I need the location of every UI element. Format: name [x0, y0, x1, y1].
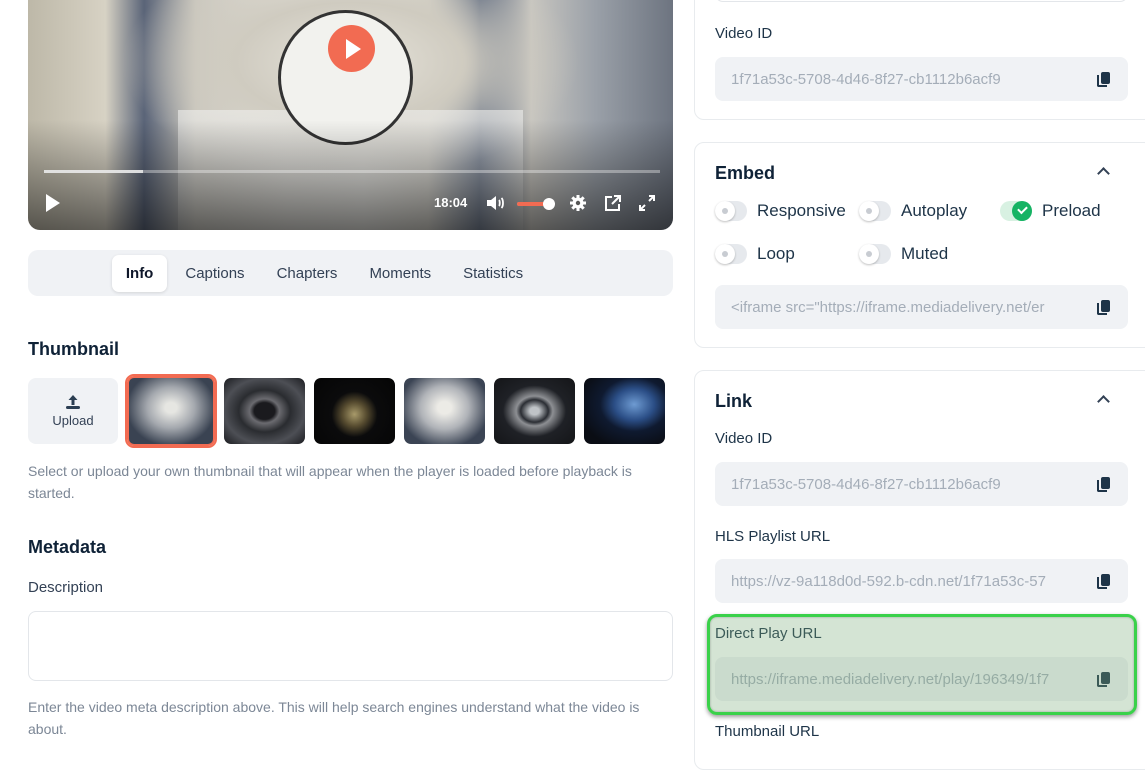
copy-icon[interactable]	[1096, 476, 1112, 492]
tab-captions[interactable]: Captions	[171, 255, 258, 292]
thumbnail-option[interactable]	[584, 378, 665, 444]
embed-code-field[interactable]: <iframe src="https://iframe.mediadeliver…	[715, 285, 1128, 329]
video-id-field[interactable]: 1f71a53c-5708-4d46-8f27-cb1112b6acf9	[715, 57, 1128, 101]
link-video-id-label: Video ID	[715, 430, 773, 447]
embed-code-value: <iframe src="https://iframe.mediadeliver…	[731, 298, 1045, 316]
description-label: Description	[28, 579, 104, 596]
switch[interactable]	[859, 244, 891, 264]
toggle-muted[interactable]: Muted	[859, 244, 948, 264]
switch[interactable]	[1000, 201, 1032, 221]
settings-gear-icon[interactable]	[569, 194, 587, 212]
switch[interactable]	[859, 201, 891, 221]
video-id-label: Video ID	[715, 25, 773, 42]
direct-play-url-value: https://iframe.mediadelivery.net/play/19…	[731, 670, 1050, 688]
link-video-id-value: 1f71a53c-5708-4d46-8f27-cb1112b6acf9	[731, 475, 1001, 493]
seek-bar-played	[44, 170, 143, 173]
video-tabs: Info Captions Chapters Moments Statistic…	[28, 250, 673, 296]
volume-icon[interactable]	[486, 194, 506, 212]
thumbnail-option[interactable]	[404, 378, 485, 444]
embed-title: Embed	[715, 163, 776, 183]
thumbnail-option[interactable]	[314, 378, 395, 444]
fullscreen-icon[interactable]	[638, 194, 656, 212]
toggle-autoplay[interactable]: Autoplay	[859, 201, 967, 221]
toggle-responsive[interactable]: Responsive	[715, 201, 846, 221]
collapse-chevron-icon[interactable]	[1097, 395, 1110, 408]
metadata-heading: Metadata	[28, 537, 107, 557]
upload-thumbnail-button[interactable]: Upload	[28, 378, 118, 444]
thumbnail-heading: Thumbnail	[28, 339, 119, 359]
thumbnail-option[interactable]	[224, 378, 305, 444]
seek-bar[interactable]	[44, 170, 660, 173]
link-card: Link Video ID 1f71a53c-5708-4d46-8f27-cb…	[694, 370, 1145, 770]
thumbnail-option-selected[interactable]	[125, 374, 217, 448]
direct-play-url-label: Direct Play URL	[715, 625, 822, 642]
toggle-label: Preload	[1042, 201, 1101, 220]
upload-icon	[66, 395, 80, 409]
hls-url-label: HLS Playlist URL	[715, 528, 831, 545]
top-card: Video ID 1f71a53c-5708-4d46-8f27-cb1112b…	[694, 0, 1145, 120]
copy-icon[interactable]	[1096, 299, 1112, 315]
big-play-button[interactable]	[328, 25, 375, 72]
thumbnail-option[interactable]	[494, 378, 575, 444]
hls-url-field[interactable]: https://vz-9a118d0d-592.b-cdn.net/1f71a5…	[715, 559, 1128, 603]
copy-icon[interactable]	[1096, 71, 1112, 87]
collapse-chevron-icon[interactable]	[1097, 167, 1110, 180]
tab-info[interactable]: Info	[111, 254, 168, 292]
thumbnail-help-text: Select or upload your own thumbnail that…	[28, 463, 632, 501]
tab-moments[interactable]: Moments	[355, 255, 445, 292]
field-above	[715, 0, 1128, 2]
thumbnail-url-label: Thumbnail URL	[715, 723, 820, 740]
tab-chapters[interactable]: Chapters	[263, 255, 352, 292]
link-title: Link	[715, 391, 753, 411]
description-help-text: Enter the video meta description above. …	[28, 699, 640, 737]
toggle-label: Loop	[757, 244, 795, 263]
toggle-loop[interactable]: Loop	[715, 244, 795, 264]
copy-icon[interactable]	[1096, 573, 1112, 589]
video-controls-shade	[28, 120, 673, 230]
toggle-label: Muted	[901, 244, 949, 263]
play-icon[interactable]	[46, 194, 60, 212]
check-icon	[1012, 201, 1032, 221]
video-id-value: 1f71a53c-5708-4d46-8f27-cb1112b6acf9	[731, 70, 1001, 88]
toggle-label: Responsive	[757, 201, 846, 220]
description-input[interactable]	[28, 611, 673, 681]
external-link-icon[interactable]	[604, 194, 622, 212]
direct-play-url-field[interactable]: https://iframe.mediadelivery.net/play/19…	[715, 657, 1128, 701]
upload-label: Upload	[52, 413, 94, 428]
volume-slider[interactable]	[517, 198, 556, 210]
embed-card: Embed Responsive Autoplay Preload Loop M…	[694, 142, 1145, 348]
link-video-id-field[interactable]: 1f71a53c-5708-4d46-8f27-cb1112b6acf9	[715, 462, 1128, 506]
hls-url-value: https://vz-9a118d0d-592.b-cdn.net/1f71a5…	[731, 572, 1046, 590]
toggle-label: Autoplay	[901, 201, 968, 220]
thumbnail-picker: Upload	[28, 374, 665, 448]
switch[interactable]	[715, 244, 747, 264]
copy-icon[interactable]	[1096, 671, 1112, 687]
toggle-preload[interactable]: Preload	[1000, 201, 1101, 221]
video-player[interactable]: 18:04	[28, 0, 673, 230]
switch[interactable]	[715, 201, 747, 221]
tab-statistics[interactable]: Statistics	[449, 255, 537, 292]
current-time: 18:04	[434, 195, 468, 210]
